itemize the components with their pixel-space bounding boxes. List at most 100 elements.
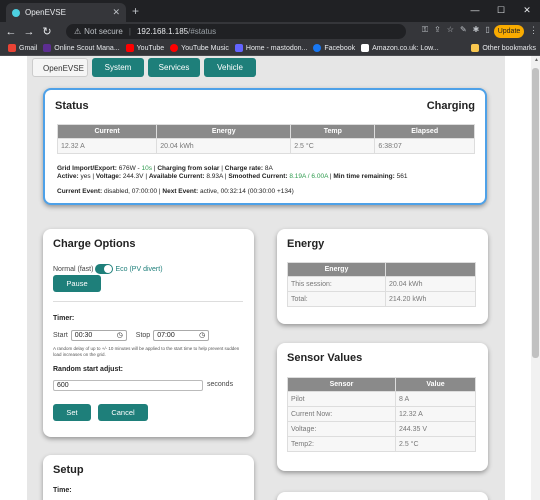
clock-icon: ◷ [199,332,206,339]
url-host: 192.168.1.185 [136,27,189,36]
scroll-up-icon[interactable]: ▲ [534,57,539,63]
next-event-label: Next Event: [162,188,199,195]
stop-time-input[interactable]: 07:00 ◷ [153,330,210,341]
bookmark-youtube[interactable]: YouTube [125,44,165,52]
column-header: Energy [156,124,292,139]
separator: | [329,173,332,180]
reload-button[interactable]: ↻ [40,25,54,38]
min-time-label: Min time remaining: [333,173,395,180]
status-title: Status [55,100,89,112]
column-header: Energy [287,262,386,277]
bookmark-label: YouTube Music [181,44,229,52]
sensor-name: Current Now: [287,406,396,422]
charge-options-card: Charge Options Normal (fast) Eco (PV div… [43,229,254,437]
start-label: Start [53,332,68,339]
scrollbar-thumb[interactable] [532,68,539,358]
next-event-value: active, 00:32:14 (00:30:00 +134) [199,188,294,195]
scrollbar[interactable]: ▲ [531,56,540,500]
browser-tab-bar: OpenEVSE ✕ + — ☐ ✕ [0,0,540,22]
cancel-button[interactable]: Cancel [98,404,148,421]
clock-icon: ◷ [116,332,123,339]
temp-value: 2.5 °C [290,138,376,154]
browser-tab[interactable]: OpenEVSE ✕ [6,3,126,22]
tab-openevse[interactable]: OpenEVSE [32,58,88,77]
column-header: Sensor [287,377,396,392]
amazon-icon [361,44,370,52]
bookmark-gmail[interactable]: Gmail [8,44,37,52]
table-row: Current Now: 12.32 A [287,406,476,422]
bottom-card [277,492,488,500]
separator: | [128,27,131,36]
start-time-value: 00:30 [74,332,93,339]
tab-title: OpenEVSE [25,8,66,17]
set-button[interactable]: Set [53,404,91,421]
other-bookmarks[interactable]: Other bookmarks [471,44,536,52]
bookmark-label: YouTube [136,44,165,52]
seconds-label: seconds [207,381,234,388]
random-delay-note: A random delay of up to +/- 10 minutes w… [53,346,240,357]
sidebar-icon[interactable]: ▯ [485,25,489,35]
new-tab-button[interactable]: + [132,4,139,18]
bookmark-facebook[interactable]: Facebook [313,44,355,52]
toolbar-icons: ⚿ ⇪ ☆ ✎ ✱ ▯ [422,25,490,35]
bookmarks-bar: Gmail Online Scout Mana... YouTube YouTu… [0,41,540,56]
youtube-music-icon [170,44,179,52]
back-button[interactable]: ← [4,26,18,38]
menu-icon[interactable]: ⋮ [529,25,538,36]
bookmark-amazon[interactable]: Amazon.co.uk: Low... [361,44,439,52]
update-button[interactable]: Update [494,25,524,38]
key-icon[interactable]: ⚿ [422,25,428,35]
other-bookmarks-label: Other bookmarks [482,44,536,52]
mastodon-icon [234,44,243,52]
tab-system[interactable]: System [92,58,144,77]
table-row: Voltage: 244.35 V [287,421,476,437]
gmail-icon [8,44,16,52]
forward-button[interactable]: → [22,26,36,38]
column-header: Value [395,377,476,392]
minimize-button[interactable]: — [462,0,488,22]
setup-time-label: Time: [53,487,72,494]
column-header [385,262,476,277]
close-tab-icon[interactable]: ✕ [112,7,120,18]
start-time-input[interactable]: 00:30 ◷ [70,330,127,341]
bookmark-youtube-music[interactable]: YouTube Music [170,44,229,52]
available-current-value: 8.93A | [206,173,227,180]
sensor-values-card: Sensor Values Sensor Value Pilot 8 A Curr… [277,343,488,471]
mode-normal-label: Normal (fast) [53,265,94,273]
main-nav: OpenEVSE System Services Vehicle [32,58,256,77]
pause-button[interactable]: Pause [53,275,101,292]
column-header: Temp [290,124,376,139]
window-controls: — ☐ ✕ [462,0,540,22]
column-header: Current [56,124,158,139]
energy-table: Energy This session: 20.04 kWh Total: 21… [287,262,476,307]
maximize-button[interactable]: ☐ [488,0,514,22]
bookmark-scout[interactable]: Online Scout Mana... [43,44,120,52]
tab-services[interactable]: Services [148,58,200,77]
charge-options-title: Charge Options [53,238,136,250]
share-icon[interactable]: ⇪ [434,25,441,35]
close-window-button[interactable]: ✕ [514,0,540,22]
charge-mode-row: Normal (fast) Eco (PV divert) [53,264,163,274]
bookmark-mastodon[interactable]: Home - mastodon... [234,44,307,52]
solar-label: Charging from solar [157,165,220,172]
voltage-label: Voltage: [95,173,122,180]
sensor-value: 2.5 °C [395,436,476,452]
puzzle-icon[interactable]: ✱ [473,25,480,35]
smoothed-current-label: Smoothed Current: [228,173,288,180]
setup-title: Setup [53,464,84,476]
random-start-input[interactable]: 600 [53,380,203,391]
grid-label: Grid Import/Export: [57,165,117,172]
bookmark-star-icon[interactable]: ☆ [447,25,454,35]
table-row: This session: 20.04 kWh [287,276,476,292]
energy-value: 20.04 kWh [156,138,292,154]
timer-label: Timer: [53,315,75,322]
bookmark-label: Amazon.co.uk: Low... [372,44,439,52]
address-bar[interactable]: ⚠ Not secure | 192.168.1.185 /#status [66,24,406,39]
separator: | [221,165,223,172]
current-event-label: Current Event: [57,188,103,195]
charge-mode-toggle[interactable] [95,264,114,274]
extension-icon[interactable]: ✎ [460,25,467,35]
bookmark-label: Gmail [19,44,38,52]
tab-vehicle[interactable]: Vehicle [204,58,256,77]
warning-icon[interactable]: ⚠ [74,27,81,36]
